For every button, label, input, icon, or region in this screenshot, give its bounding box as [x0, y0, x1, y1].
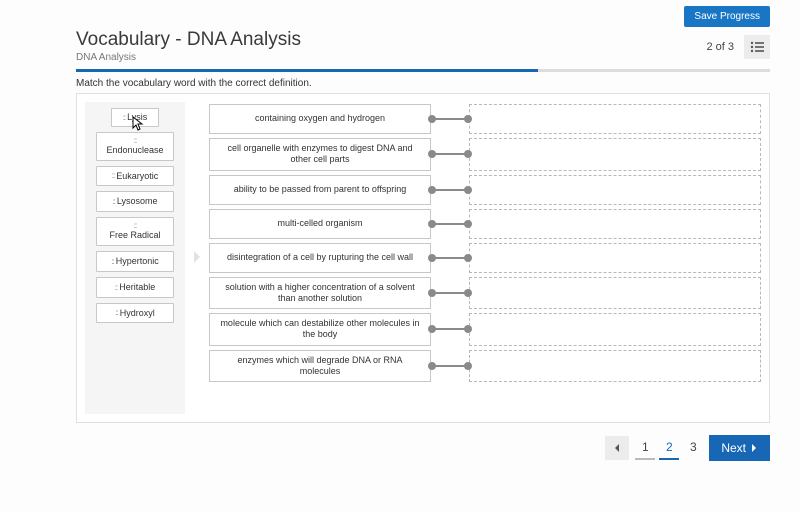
connector-line — [431, 189, 469, 191]
vocab-word[interactable]: ::Free Radical — [96, 217, 174, 246]
grip-icon: :: — [115, 308, 117, 318]
grip-icon: :: — [134, 136, 136, 146]
definition-row: cell organelle with enzymes to digest DN… — [209, 138, 761, 171]
divider-arrow-icon — [193, 250, 201, 267]
drop-target[interactable] — [469, 350, 761, 383]
connector-line — [431, 328, 469, 330]
definition-row: molecule which can destabilize other mol… — [209, 313, 761, 346]
drop-target[interactable] — [469, 277, 761, 310]
next-button-label: Next — [721, 441, 746, 455]
vocab-word[interactable]: ::Heritable — [96, 277, 174, 298]
page-number[interactable]: 2 — [659, 436, 679, 460]
grip-icon: :: — [123, 113, 125, 123]
definition-row: multi-celled organism — [209, 209, 761, 239]
vocab-word[interactable]: ::Hypertonic — [96, 251, 174, 272]
page-subtitle: DNA Analysis — [76, 52, 301, 63]
definition-text: containing oxygen and hydrogen — [209, 104, 431, 134]
progress-bar — [76, 69, 770, 72]
next-button[interactable]: Next — [709, 435, 770, 461]
definition-text: ability to be passed from parent to offs… — [209, 175, 431, 205]
drop-target[interactable] — [469, 313, 761, 346]
vocab-word[interactable]: ::Endonuclease — [96, 132, 174, 161]
definition-text: disintegration of a cell by rupturing th… — [209, 243, 431, 273]
definition-row: disintegration of a cell by rupturing th… — [209, 243, 761, 273]
definition-text: molecule which can destabilize other mol… — [209, 313, 431, 346]
list-icon — [750, 41, 764, 53]
word-bank: ::Lysis::Endonuclease::Eukaryotic::Lysos… — [85, 102, 185, 414]
instruction-text: Match the vocabulary word with the corre… — [76, 78, 770, 89]
connector-line — [431, 365, 469, 367]
connector-line — [431, 292, 469, 294]
definition-row: solution with a higher concentration of … — [209, 277, 761, 310]
definitions-column: containing oxygen and hydrogen cell organ… — [209, 102, 761, 414]
connector-line — [431, 257, 469, 259]
drop-target[interactable] — [469, 104, 761, 134]
definition-row: containing oxygen and hydrogen — [209, 104, 761, 134]
connector-line — [431, 223, 469, 225]
definition-row: enzymes which will degrade DNA or RNA mo… — [209, 350, 761, 383]
drop-target[interactable] — [469, 209, 761, 239]
definition-row: ability to be passed from parent to offs… — [209, 175, 761, 205]
grip-icon: :: — [115, 283, 117, 293]
vocab-word[interactable]: ::Eukaryotic — [96, 166, 174, 187]
save-progress-button[interactable]: Save Progress — [684, 6, 770, 27]
vocab-word[interactable]: ::Hydroxyl — [96, 303, 174, 324]
vocab-word-label: Hydroxyl — [120, 308, 155, 318]
connector-line — [431, 118, 469, 120]
grip-icon: :: — [112, 197, 114, 207]
vocab-word-label: Free Radical — [109, 230, 160, 240]
drop-target[interactable] — [469, 138, 761, 171]
definition-text: enzymes which will degrade DNA or RNA mo… — [209, 350, 431, 383]
definition-text: cell organelle with enzymes to digest DN… — [209, 138, 431, 171]
page-number[interactable]: 1 — [635, 436, 655, 460]
vocab-word-label: Lysis — [127, 112, 147, 122]
vocab-word-label: Lysosome — [117, 196, 158, 206]
vocab-word-label: Endonuclease — [106, 145, 163, 155]
definition-text: solution with a higher concentration of … — [209, 277, 431, 310]
chevron-left-icon — [613, 443, 621, 453]
vocab-word-label: Heritable — [119, 282, 155, 292]
list-view-button[interactable] — [744, 35, 770, 59]
matching-activity: ::Lysis::Endonuclease::Eukaryotic::Lysos… — [76, 93, 770, 423]
prev-page-button[interactable] — [605, 436, 629, 460]
vocab-word[interactable]: ::Lysosome — [96, 191, 174, 212]
page-counter: 2 of 3 — [706, 41, 734, 53]
grip-icon: :: — [134, 221, 136, 231]
drop-target[interactable] — [469, 243, 761, 273]
chevron-right-icon — [750, 443, 758, 453]
page-title: Vocabulary - DNA Analysis — [76, 29, 301, 51]
vocab-word-label: Eukaryotic — [116, 171, 158, 181]
grip-icon: :: — [111, 257, 113, 267]
grip-icon: :: — [112, 171, 114, 181]
vocab-word-label: Hypertonic — [116, 256, 159, 266]
connector-line — [431, 153, 469, 155]
definition-text: multi-celled organism — [209, 209, 431, 239]
page-number[interactable]: 3 — [683, 436, 703, 460]
drop-target[interactable] — [469, 175, 761, 205]
vocab-word[interactable]: ::Lysis — [111, 108, 159, 127]
